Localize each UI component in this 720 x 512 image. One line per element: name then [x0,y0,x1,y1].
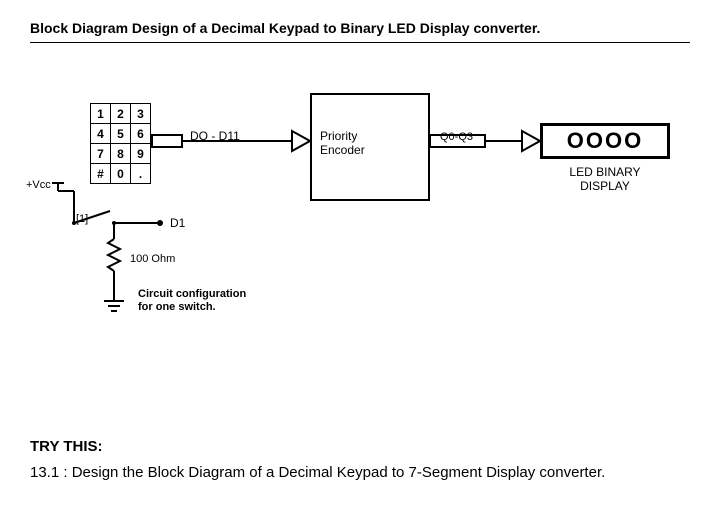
arrow1-label: DO - D11 [190,129,240,143]
led-caption: LED BINARY DISPLAY [550,165,660,193]
led-glyph: OOOO [567,128,643,154]
page-title: Block Diagram Design of a Decimal Keypad… [30,20,690,36]
d1-label: D1 [170,216,185,230]
priority-encoder-block: Priority Encoder [310,93,430,201]
key-3: 3 [131,104,151,124]
key-hash: # [91,164,111,184]
circuit-caption: Circuit configuration for one switch. [138,288,278,314]
led-binary-display: OOOO [540,123,670,159]
try-this-heading: TRY THIS: [30,438,690,455]
encoder-label: Priority Encoder [320,129,365,157]
key-2: 2 [111,104,131,124]
vcc-label: +Vcc [26,179,51,191]
key-dot: . [131,164,151,184]
task-text: 13.1 : Design the Block Diagram of a Dec… [30,463,690,483]
key-9: 9 [131,144,151,164]
key-0: 0 [111,164,131,184]
key-7: 7 [91,144,111,164]
resistor-label: 100 Ohm [130,253,175,265]
block-diagram: 1 2 3 4 5 6 7 8 9 # 0 . DO - D11 Priorit… [30,93,690,373]
arrow2-label: Q0-Q3 [440,131,473,143]
switch-ref-label: [1] [76,213,88,225]
key-6: 6 [131,124,151,144]
divider [30,42,690,43]
key-8: 8 [111,144,131,164]
keypad: 1 2 3 4 5 6 7 8 9 # 0 . [90,103,151,184]
key-5: 5 [111,124,131,144]
key-4: 4 [91,124,111,144]
key-1: 1 [91,104,111,124]
